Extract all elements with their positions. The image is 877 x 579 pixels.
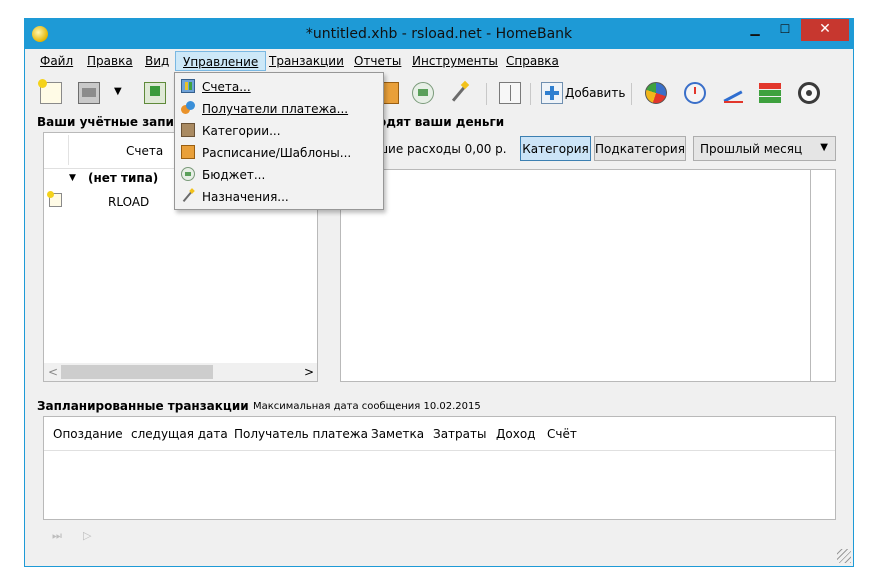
menu-reports[interactable]: Отчеты	[354, 54, 401, 68]
menu-item-budget-label: Бюджет...	[202, 168, 266, 182]
col-account[interactable]: Счёт	[547, 427, 577, 441]
wand-icon	[181, 188, 195, 203]
menu-item-accounts-label: Счета...	[202, 80, 251, 94]
accounts-column-header[interactable]: Счета	[126, 144, 163, 158]
account-group-label[interactable]: (нет типа)	[88, 171, 158, 185]
menu-item-categories[interactable]: Категории...	[175, 120, 383, 142]
open-recent-arrow-icon[interactable]: ▼	[114, 86, 122, 97]
assign-wand-icon[interactable]	[448, 80, 470, 104]
toolbar-separator	[530, 83, 531, 105]
add-transaction-icon[interactable]	[541, 82, 563, 104]
toolbar-separator	[631, 83, 632, 105]
budget-menu-icon	[181, 167, 195, 181]
chevron-down-icon: ▼	[820, 142, 828, 153]
scroll-left-icon[interactable]: <	[48, 365, 58, 379]
app-window: *untitled.xhb - rsload.net - HomeBank ▁ …	[24, 18, 854, 567]
payees-icon	[181, 101, 195, 115]
col-income[interactable]: Доход	[496, 427, 535, 441]
menu-help[interactable]: Справка	[506, 54, 559, 68]
scheduled-header-row: Опоздание следущая дата Получатель плате…	[44, 417, 835, 451]
title-bar: *untitled.xhb - rsload.net - HomeBank ▁ …	[25, 19, 853, 49]
top-spending-summary: ьшие расходы 0,00 р.	[370, 142, 507, 156]
save-file-icon[interactable]	[144, 82, 166, 104]
col-payee[interactable]: Получатель платежа	[234, 427, 368, 441]
col-next-date[interactable]: следущая дата	[131, 427, 228, 441]
line-chart-report-icon[interactable]	[722, 82, 744, 104]
col-late[interactable]: Опоздание	[53, 427, 123, 441]
accounts-horizontal-scrollbar[interactable]: < >	[44, 363, 317, 381]
expand-arrow-icon[interactable]: ▼	[69, 173, 76, 183]
menu-manage[interactable]: Управление	[175, 51, 267, 71]
post-scheduled-icon[interactable]: ▷	[83, 529, 91, 542]
budget-bars-icon[interactable]	[759, 82, 781, 104]
accounts-icon	[181, 79, 195, 93]
category-button[interactable]: Категория	[520, 136, 591, 161]
window-title: *untitled.xhb - rsload.net - HomeBank	[305, 26, 573, 42]
steering-wheel-icon[interactable]	[798, 82, 820, 104]
menu-item-payees-label: Получатели платежа...	[202, 102, 349, 116]
period-select[interactable]: Прошлый месяц ▼	[693, 136, 836, 161]
menu-tools[interactable]: Инструменты	[412, 54, 498, 68]
menu-item-payees[interactable]: Получатели платежа...	[175, 98, 383, 120]
menu-item-assignments-label: Назначения...	[202, 190, 289, 204]
col-memo[interactable]: Заметка	[371, 427, 424, 441]
scheduled-list[interactable]: Опоздание следущая дата Получатель плате…	[43, 416, 836, 520]
menu-item-budget[interactable]: Бюджет...	[175, 164, 383, 186]
book-icon[interactable]	[499, 82, 521, 104]
col-expense[interactable]: Затраты	[433, 427, 486, 441]
close-button[interactable]: ✕	[801, 19, 849, 41]
chart-legend-area	[810, 170, 835, 381]
menu-bar: Файл Правка Вид Управление Транзакции От…	[25, 50, 853, 74]
period-select-value: Прошлый месяц	[700, 142, 803, 156]
add-button-label[interactable]: Добавить	[565, 86, 625, 100]
account-icon	[47, 191, 62, 207]
toolbar: ▼ Добавить	[25, 74, 853, 112]
budget-icon[interactable]	[412, 82, 434, 104]
menu-file[interactable]: Файл	[40, 54, 73, 68]
new-file-icon[interactable]	[38, 79, 62, 104]
toolbar-separator	[486, 83, 487, 105]
resize-grip-icon[interactable]	[837, 549, 851, 563]
account-row-name[interactable]: RLOAD	[108, 195, 149, 209]
menu-item-assignments[interactable]: Назначения...	[175, 186, 383, 208]
menu-item-scheduled[interactable]: Расписание/Шаблоны...	[175, 142, 383, 164]
spending-chart-area	[340, 169, 836, 382]
menu-item-accounts[interactable]: Счета...	[175, 76, 383, 98]
manage-dropdown-menu: Счета... Получатели платежа... Категории…	[174, 72, 384, 210]
menu-item-categories-label: Категории...	[202, 124, 281, 138]
scheduled-icon	[181, 145, 195, 159]
menu-transactions[interactable]: Транзакции	[269, 54, 344, 68]
accounts-section-title: Ваши учётные запис	[37, 115, 182, 129]
open-folder-icon[interactable]	[78, 82, 100, 104]
maximize-button[interactable]: ☐	[771, 19, 799, 41]
menu-view[interactable]: Вид	[145, 54, 169, 68]
scheduled-section-title: Запланированные транзакции	[37, 399, 249, 413]
scroll-right-icon[interactable]: >	[304, 365, 314, 379]
skip-scheduled-icon[interactable]: ⏭	[52, 529, 62, 543]
scheduled-max-date: Максимальная дата сообщения 10.02.2015	[253, 401, 481, 412]
minimize-button[interactable]: ▁	[741, 19, 769, 41]
spending-section-title: одят ваши деньги	[378, 115, 505, 129]
subcategory-button[interactable]: Подкатегория	[594, 136, 686, 161]
trend-clock-icon[interactable]	[684, 82, 706, 104]
menu-item-scheduled-label: Расписание/Шаблоны...	[202, 146, 352, 160]
scrollbar-thumb[interactable]	[61, 365, 213, 379]
categories-icon	[181, 123, 195, 137]
menu-edit[interactable]: Правка	[87, 54, 133, 68]
pie-chart-report-icon[interactable]	[645, 82, 667, 104]
